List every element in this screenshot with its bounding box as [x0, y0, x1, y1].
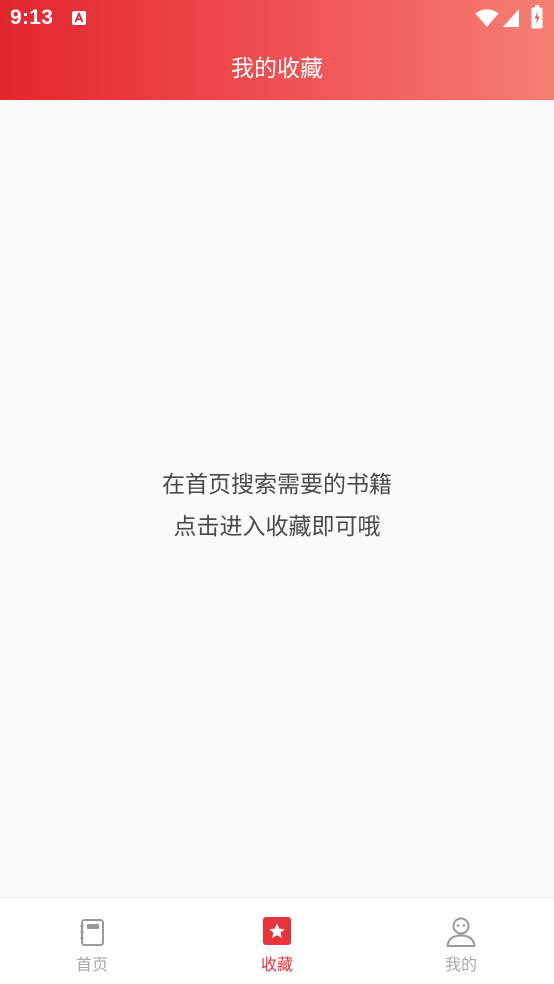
app-notification-icon: [72, 11, 86, 25]
empty-state-line-1: 在首页搜索需要的书籍: [162, 472, 392, 498]
wifi-icon: [475, 9, 499, 27]
notebook-icon: [80, 919, 104, 946]
nav-item-home[interactable]: 首页: [0, 898, 184, 984]
empty-state-line-2: 点击进入收藏即可哦: [173, 514, 381, 540]
status-time: 9:13: [10, 6, 54, 29]
empty-state-message: 在首页搜索需要的书籍 点击进入收藏即可哦: [0, 464, 554, 548]
nav-label-home: 首页: [75, 955, 108, 974]
nav-item-favorites[interactable]: 收藏: [185, 898, 369, 984]
signal-icon: [503, 9, 519, 27]
battery-icon: [531, 5, 543, 29]
nav-label-favorites: 收藏: [260, 955, 293, 974]
app-header: 9:13 我的收藏: [0, 0, 554, 100]
star-bookmark-icon: [263, 917, 291, 945]
nav-item-mine[interactable]: 我的: [369, 898, 553, 984]
person-icon: [446, 917, 476, 947]
status-bar: 9:13: [0, 0, 554, 38]
bottom-nav: 首页 收藏 我的: [0, 897, 554, 984]
page-title: 我的收藏: [231, 56, 323, 82]
nav-label-mine: 我的: [444, 955, 477, 974]
